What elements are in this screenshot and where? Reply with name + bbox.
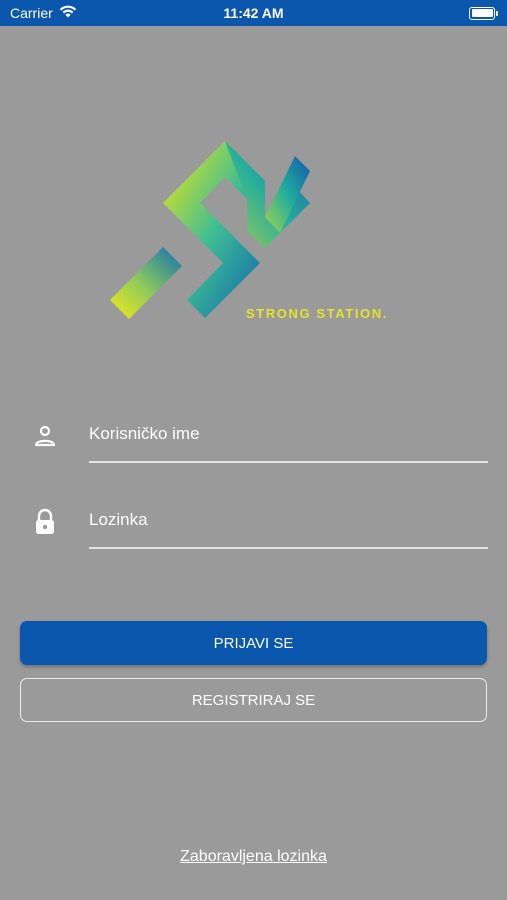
password-underline [89,547,488,549]
password-input[interactable] [89,497,488,543]
password-field-group [30,497,488,549]
battery-fill [471,9,493,17]
username-field-group [30,411,488,463]
username-underline [89,461,488,463]
wifi-icon [59,5,77,21]
status-left: Carrier [10,5,77,21]
lock-icon [30,507,60,537]
carrier-label: Carrier [10,5,53,21]
username-input[interactable] [89,411,488,457]
person-icon [30,421,60,451]
login-button[interactable]: PRIJAVI SE [20,621,487,665]
forgot-password-link[interactable]: Zaboravljena lozinka [0,848,507,866]
brand-name: STRONG STATION. [246,306,388,321]
battery-icon [469,6,498,20]
register-button[interactable]: REGISTRIRAJ SE [20,678,487,722]
strong-station-logo [110,141,310,319]
status-bar: Carrier 11:42 AM [0,0,507,26]
